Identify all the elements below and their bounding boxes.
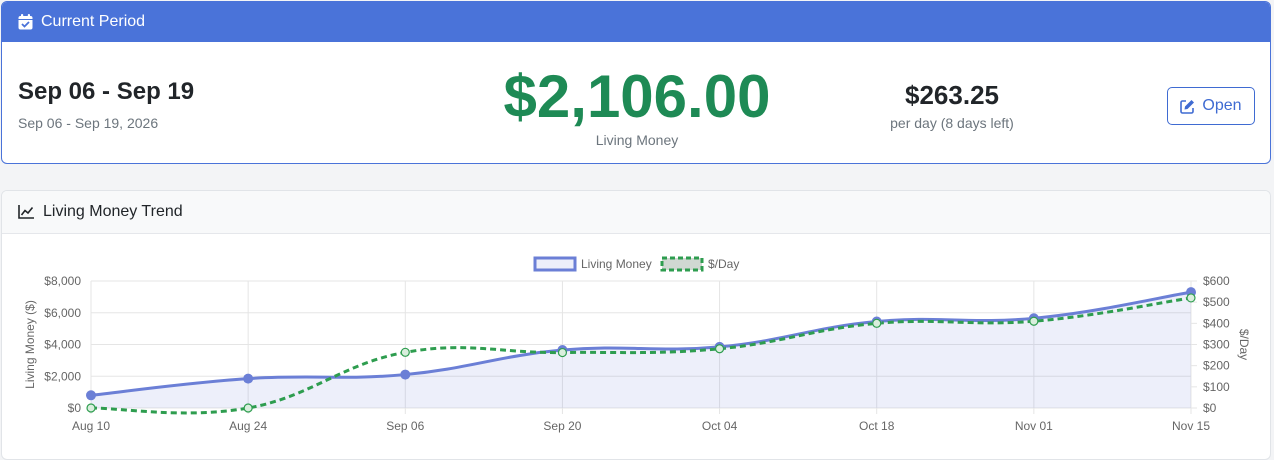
- per-day-point: [557, 347, 568, 358]
- y-tick-label: $4,000: [44, 338, 81, 352]
- y2-axis-title: $/Day: [1237, 329, 1251, 360]
- y2-tick-label: $500: [1203, 295, 1230, 309]
- y2-tick-label: $400: [1203, 316, 1230, 330]
- x-tick-label: Oct 18: [859, 419, 895, 433]
- per-day-point: [872, 318, 882, 328]
- living-money-point: [86, 390, 96, 401]
- per-day-point: [1029, 316, 1039, 326]
- per-day-point: [243, 403, 253, 413]
- y2-tick-label: $200: [1203, 359, 1230, 373]
- y-tick-label: $2,000: [44, 369, 81, 383]
- y-tick-label: $0: [68, 401, 82, 415]
- living-money-trend-chart: $0 $2,000 $4,000 $6,000 $8,000 $0 $100 $200 $300…: [23, 256, 1251, 433]
- per-day-point: [1186, 293, 1196, 303]
- legend-label-per-day: $/Day: [708, 257, 739, 271]
- legend-swatch-per-day: [660, 256, 704, 272]
- per-day-point: [400, 347, 410, 357]
- legend-swatch-living-money: [533, 256, 577, 272]
- living-money-point: [400, 369, 411, 380]
- y2-tick-label: $300: [1203, 338, 1230, 352]
- y-tick-label: $6,000: [44, 306, 81, 320]
- x-tick-label: Aug 24: [229, 419, 267, 433]
- y2-tick-label: $0: [1203, 401, 1217, 415]
- living-money-point: [243, 373, 254, 384]
- x-tick-label: Nov 01: [1015, 419, 1053, 433]
- legend-label-living-money: Living Money: [581, 257, 652, 271]
- y2-tick-label: $600: [1203, 274, 1230, 288]
- y2-tick-label: $100: [1203, 380, 1230, 394]
- living-money-area: [91, 292, 1191, 408]
- per-day-point: [86, 403, 96, 413]
- y-axis-title: Living Money ($): [23, 300, 37, 389]
- x-tick-label: Sep 20: [543, 419, 581, 433]
- x-tick-label: Nov 15: [1172, 419, 1210, 433]
- x-tick-label: Aug 10: [72, 419, 110, 433]
- y-tick-label: $8,000: [44, 274, 81, 288]
- x-tick-label: Sep 06: [386, 419, 424, 433]
- x-tick-label: Oct 04: [702, 419, 738, 433]
- per-day-point: [714, 344, 725, 354]
